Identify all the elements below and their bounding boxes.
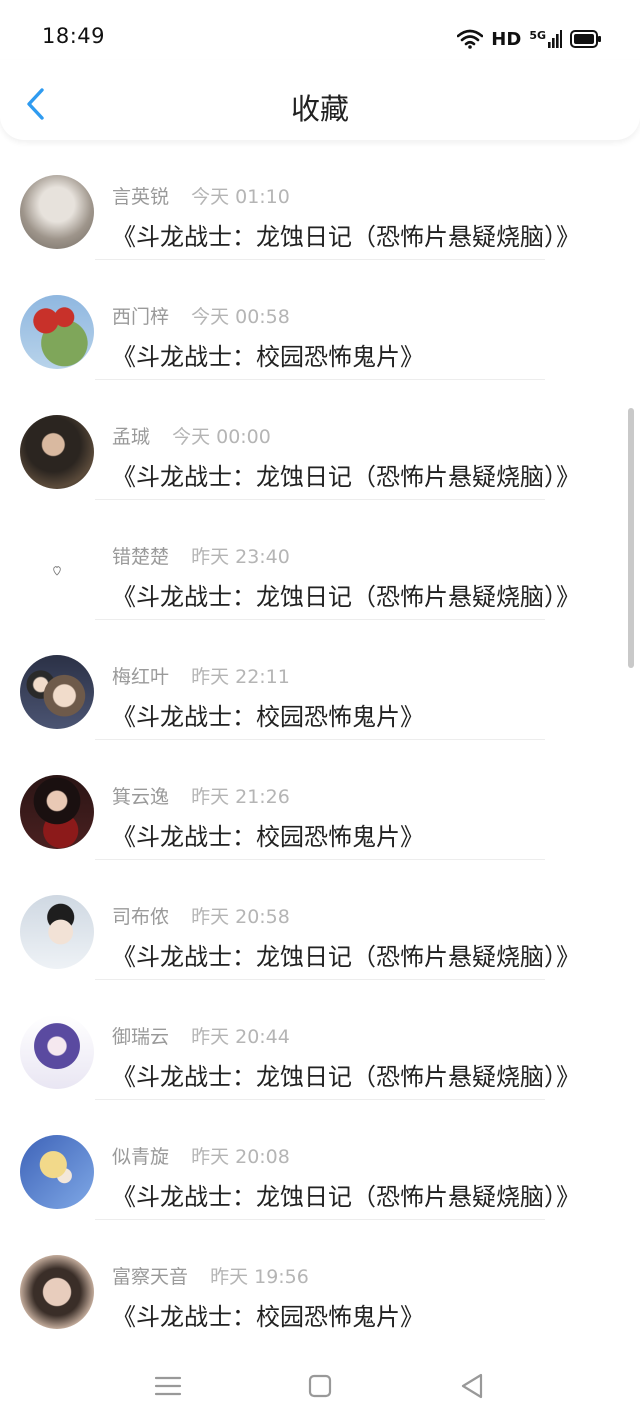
- avatar[interactable]: [20, 175, 94, 249]
- favorite-title[interactable]: 《斗龙战士：龙蚀日记（恐怖片悬疑烧脑）》: [112, 457, 580, 492]
- timestamp: 今天 00:00: [172, 426, 271, 448]
- scrollbar[interactable]: [628, 408, 634, 668]
- avatar[interactable]: [20, 1135, 94, 1209]
- avatar[interactable]: [20, 295, 94, 369]
- favorite-title[interactable]: 《斗龙战士：龙蚀日记（恐怖片悬疑烧脑）》: [112, 1057, 580, 1092]
- wifi-icon: [457, 29, 484, 49]
- avatar[interactable]: [20, 415, 94, 489]
- avatar[interactable]: [20, 775, 94, 849]
- favorite-item[interactable]: 错楚楚 昨天 23:40 《斗龙战士：龙蚀日记（恐怖片悬疑烧脑）》: [0, 500, 640, 620]
- menu-button[interactable]: [148, 1366, 188, 1406]
- favorite-item[interactable]: 箕云逸 昨天 21:26 《斗龙战士：校园恐怖鬼片》: [0, 740, 640, 860]
- status-icons: HD 5G: [457, 24, 602, 54]
- home-icon: [308, 1374, 332, 1398]
- favorite-item[interactable]: 司布侬 昨天 20:58 《斗龙战士：龙蚀日记（恐怖片悬疑烧脑）》: [0, 860, 640, 980]
- heart-icon: [53, 566, 61, 576]
- avatar[interactable]: [20, 535, 94, 609]
- timestamp: 昨天 20:58: [191, 906, 290, 928]
- favorite-title[interactable]: 《斗龙战士：龙蚀日记（恐怖片悬疑烧脑）》: [112, 937, 580, 972]
- favorite-item[interactable]: 似青旋 昨天 20:08 《斗龙战士：龙蚀日记（恐怖片悬疑烧脑）》: [0, 1100, 640, 1220]
- item-meta: 西门梓 今天 00:58: [112, 302, 290, 329]
- favorite-title[interactable]: 《斗龙战士：校园恐怖鬼片》: [112, 337, 424, 372]
- avatar[interactable]: [20, 1255, 94, 1329]
- favorite-title[interactable]: 《斗龙战士：校园恐怖鬼片》: [112, 697, 424, 732]
- user-name: 孟珹: [112, 426, 151, 448]
- favorite-title[interactable]: 《斗龙战士：校园恐怖鬼片》: [112, 1297, 424, 1332]
- favorite-title[interactable]: 《斗龙战士：龙蚀日记（恐怖片悬疑烧脑）》: [112, 577, 580, 612]
- item-meta: 富察天音 昨天 19:56: [112, 1262, 309, 1289]
- favorite-item[interactable]: 言英锐 今天 01:10 《斗龙战士：龙蚀日记（恐怖片悬疑烧脑）》: [0, 140, 640, 260]
- favorite-item[interactable]: 孟珹 今天 00:00 《斗龙战士：龙蚀日记（恐怖片悬疑烧脑）》: [0, 380, 640, 500]
- page-title: 收藏: [290, 92, 349, 126]
- timestamp: 昨天 19:56: [210, 1266, 309, 1288]
- item-meta: 司布侬 昨天 20:58: [112, 902, 290, 929]
- header: 收藏: [0, 60, 640, 140]
- hd-indicator: HD: [491, 28, 522, 50]
- favorite-title[interactable]: 《斗龙战士：校园恐怖鬼片》: [112, 817, 424, 852]
- timestamp: 昨天 21:26: [191, 786, 290, 808]
- item-meta: 御瑞云 昨天 20:44: [112, 1022, 290, 1049]
- user-name: 箕云逸: [112, 786, 170, 808]
- item-meta: 言英锐 今天 01:10: [112, 182, 290, 209]
- item-meta: 错楚楚 昨天 23:40: [112, 542, 290, 569]
- home-button[interactable]: [300, 1366, 340, 1406]
- user-name: 错楚楚: [112, 546, 170, 568]
- favorite-item[interactable]: 西门梓 今天 00:58 《斗龙战士：校园恐怖鬼片》: [0, 260, 640, 380]
- timestamp: 昨天 20:44: [191, 1026, 290, 1048]
- user-name: 富察天音: [112, 1266, 189, 1288]
- favorite-item[interactable]: 富察天音 昨天 19:56 《斗龙战士：校园恐怖鬼片》: [0, 1220, 640, 1340]
- timestamp: 昨天 22:11: [191, 666, 290, 688]
- user-name: 梅红叶: [112, 666, 170, 688]
- battery-icon: [570, 30, 601, 48]
- user-name: 言英锐: [112, 186, 170, 208]
- avatar[interactable]: [20, 1015, 94, 1089]
- signal-icon: [548, 30, 562, 48]
- item-meta: 孟珹 今天 00:00: [112, 422, 271, 449]
- user-name: 西门梓: [112, 306, 170, 328]
- system-nav-bar: [0, 1350, 640, 1422]
- network-type-label: 5G: [529, 29, 546, 42]
- user-name: 御瑞云: [112, 1026, 170, 1048]
- status-time: 18:49: [42, 24, 106, 48]
- back-triangle-icon: [461, 1373, 483, 1399]
- timestamp: 今天 00:58: [191, 306, 290, 328]
- favorite-item[interactable]: 御瑞云 昨天 20:44 《斗龙战士：龙蚀日记（恐怖片悬疑烧脑）》: [0, 980, 640, 1100]
- avatar[interactable]: [20, 655, 94, 729]
- item-meta: 箕云逸 昨天 21:26: [112, 782, 290, 809]
- timestamp: 今天 01:10: [191, 186, 290, 208]
- timestamp: 昨天 20:08: [191, 1146, 290, 1168]
- avatar[interactable]: [20, 895, 94, 969]
- timestamp: 昨天 23:40: [191, 546, 290, 568]
- menu-icon: [154, 1376, 182, 1396]
- user-name: 司布侬: [112, 906, 170, 928]
- network-indicator: 5G: [529, 30, 562, 48]
- item-meta: 梅红叶 昨天 22:11: [112, 662, 290, 689]
- item-meta: 似青旋 昨天 20:08: [112, 1142, 290, 1169]
- user-name: 似青旋: [112, 1146, 170, 1168]
- favorite-item[interactable]: 梅红叶 昨天 22:11 《斗龙战士：校园恐怖鬼片》: [0, 620, 640, 740]
- favorites-list[interactable]: 言英锐 今天 01:10 《斗龙战士：龙蚀日记（恐怖片悬疑烧脑）》 西门梓 今天…: [0, 140, 640, 1350]
- favorite-title[interactable]: 《斗龙战士：龙蚀日记（恐怖片悬疑烧脑）》: [112, 217, 580, 252]
- back-nav-button[interactable]: [452, 1366, 492, 1406]
- favorite-title[interactable]: 《斗龙战士：龙蚀日记（恐怖片悬疑烧脑）》: [112, 1177, 580, 1212]
